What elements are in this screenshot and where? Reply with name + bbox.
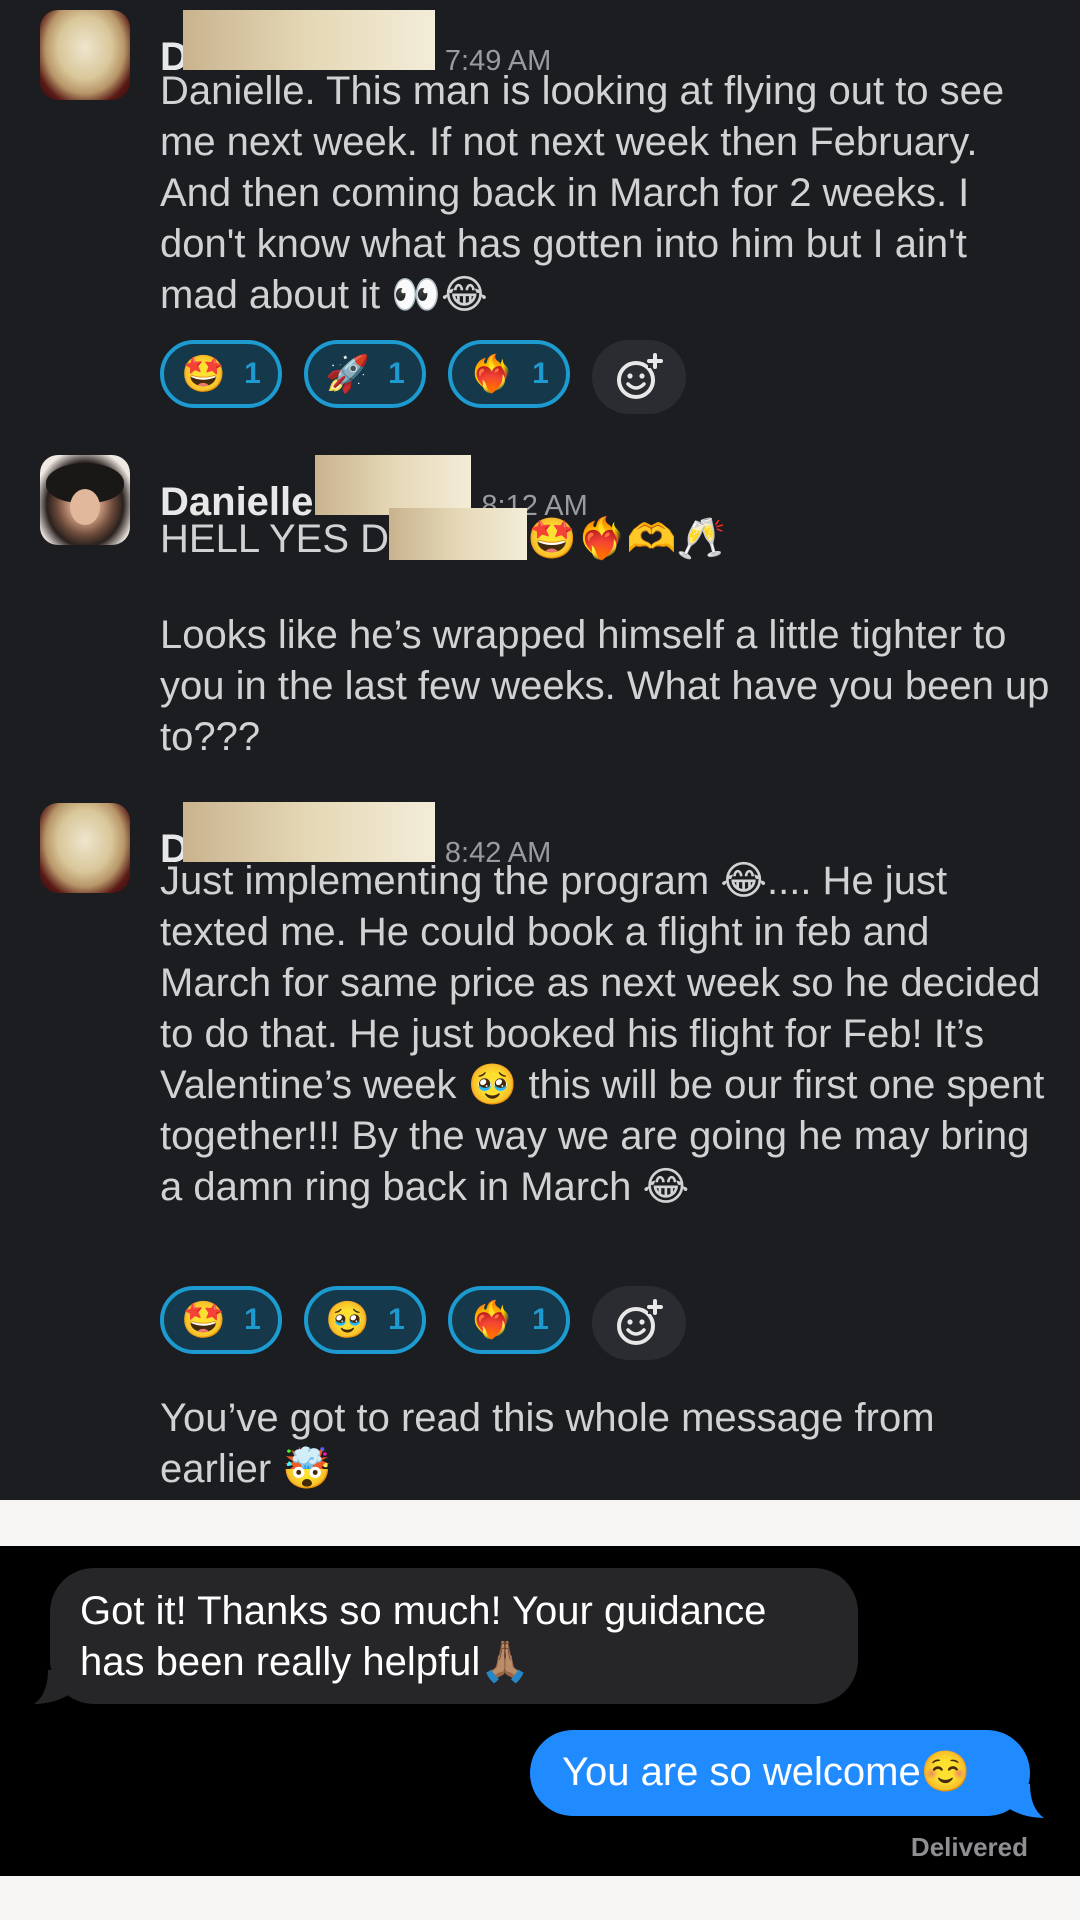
reaction-star-struck[interactable]: 🤩 1 [160, 1286, 282, 1354]
redaction-block [315, 455, 472, 515]
star-struck-emoji-icon: 🤩 [181, 353, 227, 394]
delivery-status: Delivered [910, 1832, 1028, 1862]
add-reaction-icon [617, 1299, 663, 1345]
incoming-message-bubble[interactable]: Got it! Thanks so much! Your guidance ha… [50, 1568, 858, 1704]
bottom-strip [0, 1876, 1080, 1920]
message-header: D 7:49 AM [160, 10, 551, 79]
outgoing-message-bubble[interactable]: You are so welcome☺️ [530, 1730, 1030, 1816]
emoji-group: 🤩❤️‍🔥🫶🥂 [527, 517, 727, 561]
add-reaction-icon [617, 353, 663, 399]
message-header: Danielle 8:12 AM [160, 455, 588, 524]
reaction-bar: 🤩 1 🚀 1 ❤️‍🔥 1 [160, 340, 686, 414]
heart-on-fire-emoji-icon: ❤️‍🔥 [469, 353, 515, 394]
reaction-pleading-face[interactable]: 🥹 1 [304, 1286, 426, 1354]
reaction-heart-on-fire[interactable]: ❤️‍🔥 1 [448, 1286, 570, 1354]
reaction-count: 1 [388, 1303, 405, 1336]
reaction-bar: 🤩 1 🥹 1 ❤️‍🔥 1 [160, 1286, 686, 1360]
message-text: Danielle. This man is looking at flying … [160, 69, 1005, 317]
reaction-count: 1 [532, 357, 549, 390]
message-text: Looks like he’s wrapped himself a little… [160, 613, 1050, 759]
redaction-block [182, 802, 435, 862]
add-reaction-button[interactable] [592, 1286, 686, 1360]
message-header: D 8:42 AM [160, 802, 551, 871]
reaction-count: 1 [244, 357, 261, 390]
pleading-face-emoji-icon: 🥹 [325, 1299, 371, 1340]
reaction-count: 1 [532, 1303, 549, 1336]
rocket-emoji-icon: 🚀 [325, 353, 371, 394]
reaction-count: 1 [244, 1303, 261, 1336]
reaction-heart-on-fire[interactable]: ❤️‍🔥 1 [448, 340, 570, 408]
avatar-face-shape [70, 489, 100, 525]
redaction-block [182, 10, 435, 70]
followup-message-text: You’ve got to read this whole message fr… [160, 1396, 935, 1491]
star-struck-emoji-icon: 🤩 [181, 1299, 227, 1340]
slack-thread: D 7:49 AM Danielle. This man is looking … [0, 0, 1080, 1500]
avatar[interactable] [40, 803, 130, 893]
avatar[interactable] [40, 455, 130, 545]
add-reaction-button[interactable] [592, 340, 686, 414]
message-text: Just implementing the program 😂.... He j… [160, 859, 1045, 1209]
message-text-prefix: HELL YES D [160, 517, 390, 561]
reaction-rocket[interactable]: 🚀 1 [304, 340, 426, 408]
imessage-thread: Got it! Thanks so much! Your guidance ha… [0, 1546, 1080, 1876]
message-first-line: HELL YES D 🤩❤️‍🔥🫶🥂 [160, 508, 1050, 565]
separator-strip [0, 1500, 1080, 1546]
redaction-block [389, 508, 528, 560]
avatar[interactable] [40, 10, 130, 100]
reaction-count: 1 [388, 357, 405, 390]
heart-on-fire-emoji-icon: ❤️‍🔥 [469, 1299, 515, 1340]
reaction-star-struck[interactable]: 🤩 1 [160, 340, 282, 408]
